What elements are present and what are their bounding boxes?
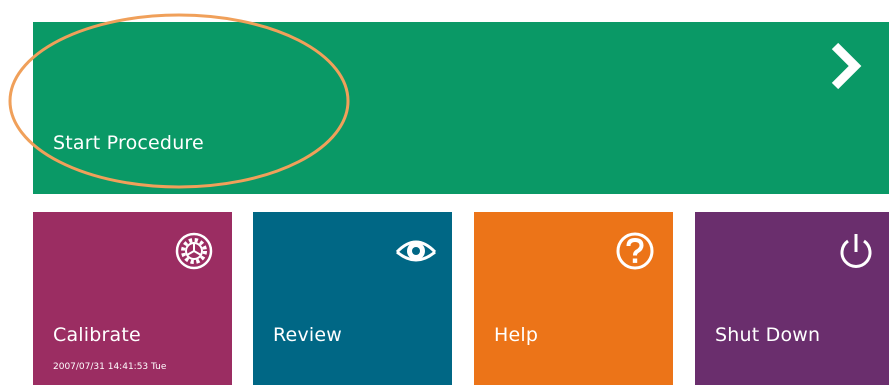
start-procedure-tile[interactable]: Start Procedure (33, 22, 889, 194)
question-icon (616, 232, 654, 270)
help-label: Help (494, 324, 539, 346)
review-label: Review (273, 324, 342, 346)
calibrate-tile[interactable]: Calibrate 2007/07/31 14:41:53 Tue (33, 212, 232, 385)
timestamp: 2007/07/31 14:41:53 Tue (53, 362, 167, 372)
eye-icon (395, 240, 437, 262)
shut-down-label: Shut Down (715, 324, 821, 346)
gear-icon (175, 232, 213, 270)
power-icon (840, 234, 872, 268)
review-tile[interactable]: Review (253, 212, 452, 385)
start-procedure-label: Start Procedure (53, 132, 204, 154)
calibrate-label: Calibrate (53, 324, 141, 346)
help-tile[interactable]: Help (474, 212, 673, 385)
chevron-right-icon (831, 42, 862, 90)
shut-down-tile[interactable]: Shut Down (695, 212, 889, 385)
